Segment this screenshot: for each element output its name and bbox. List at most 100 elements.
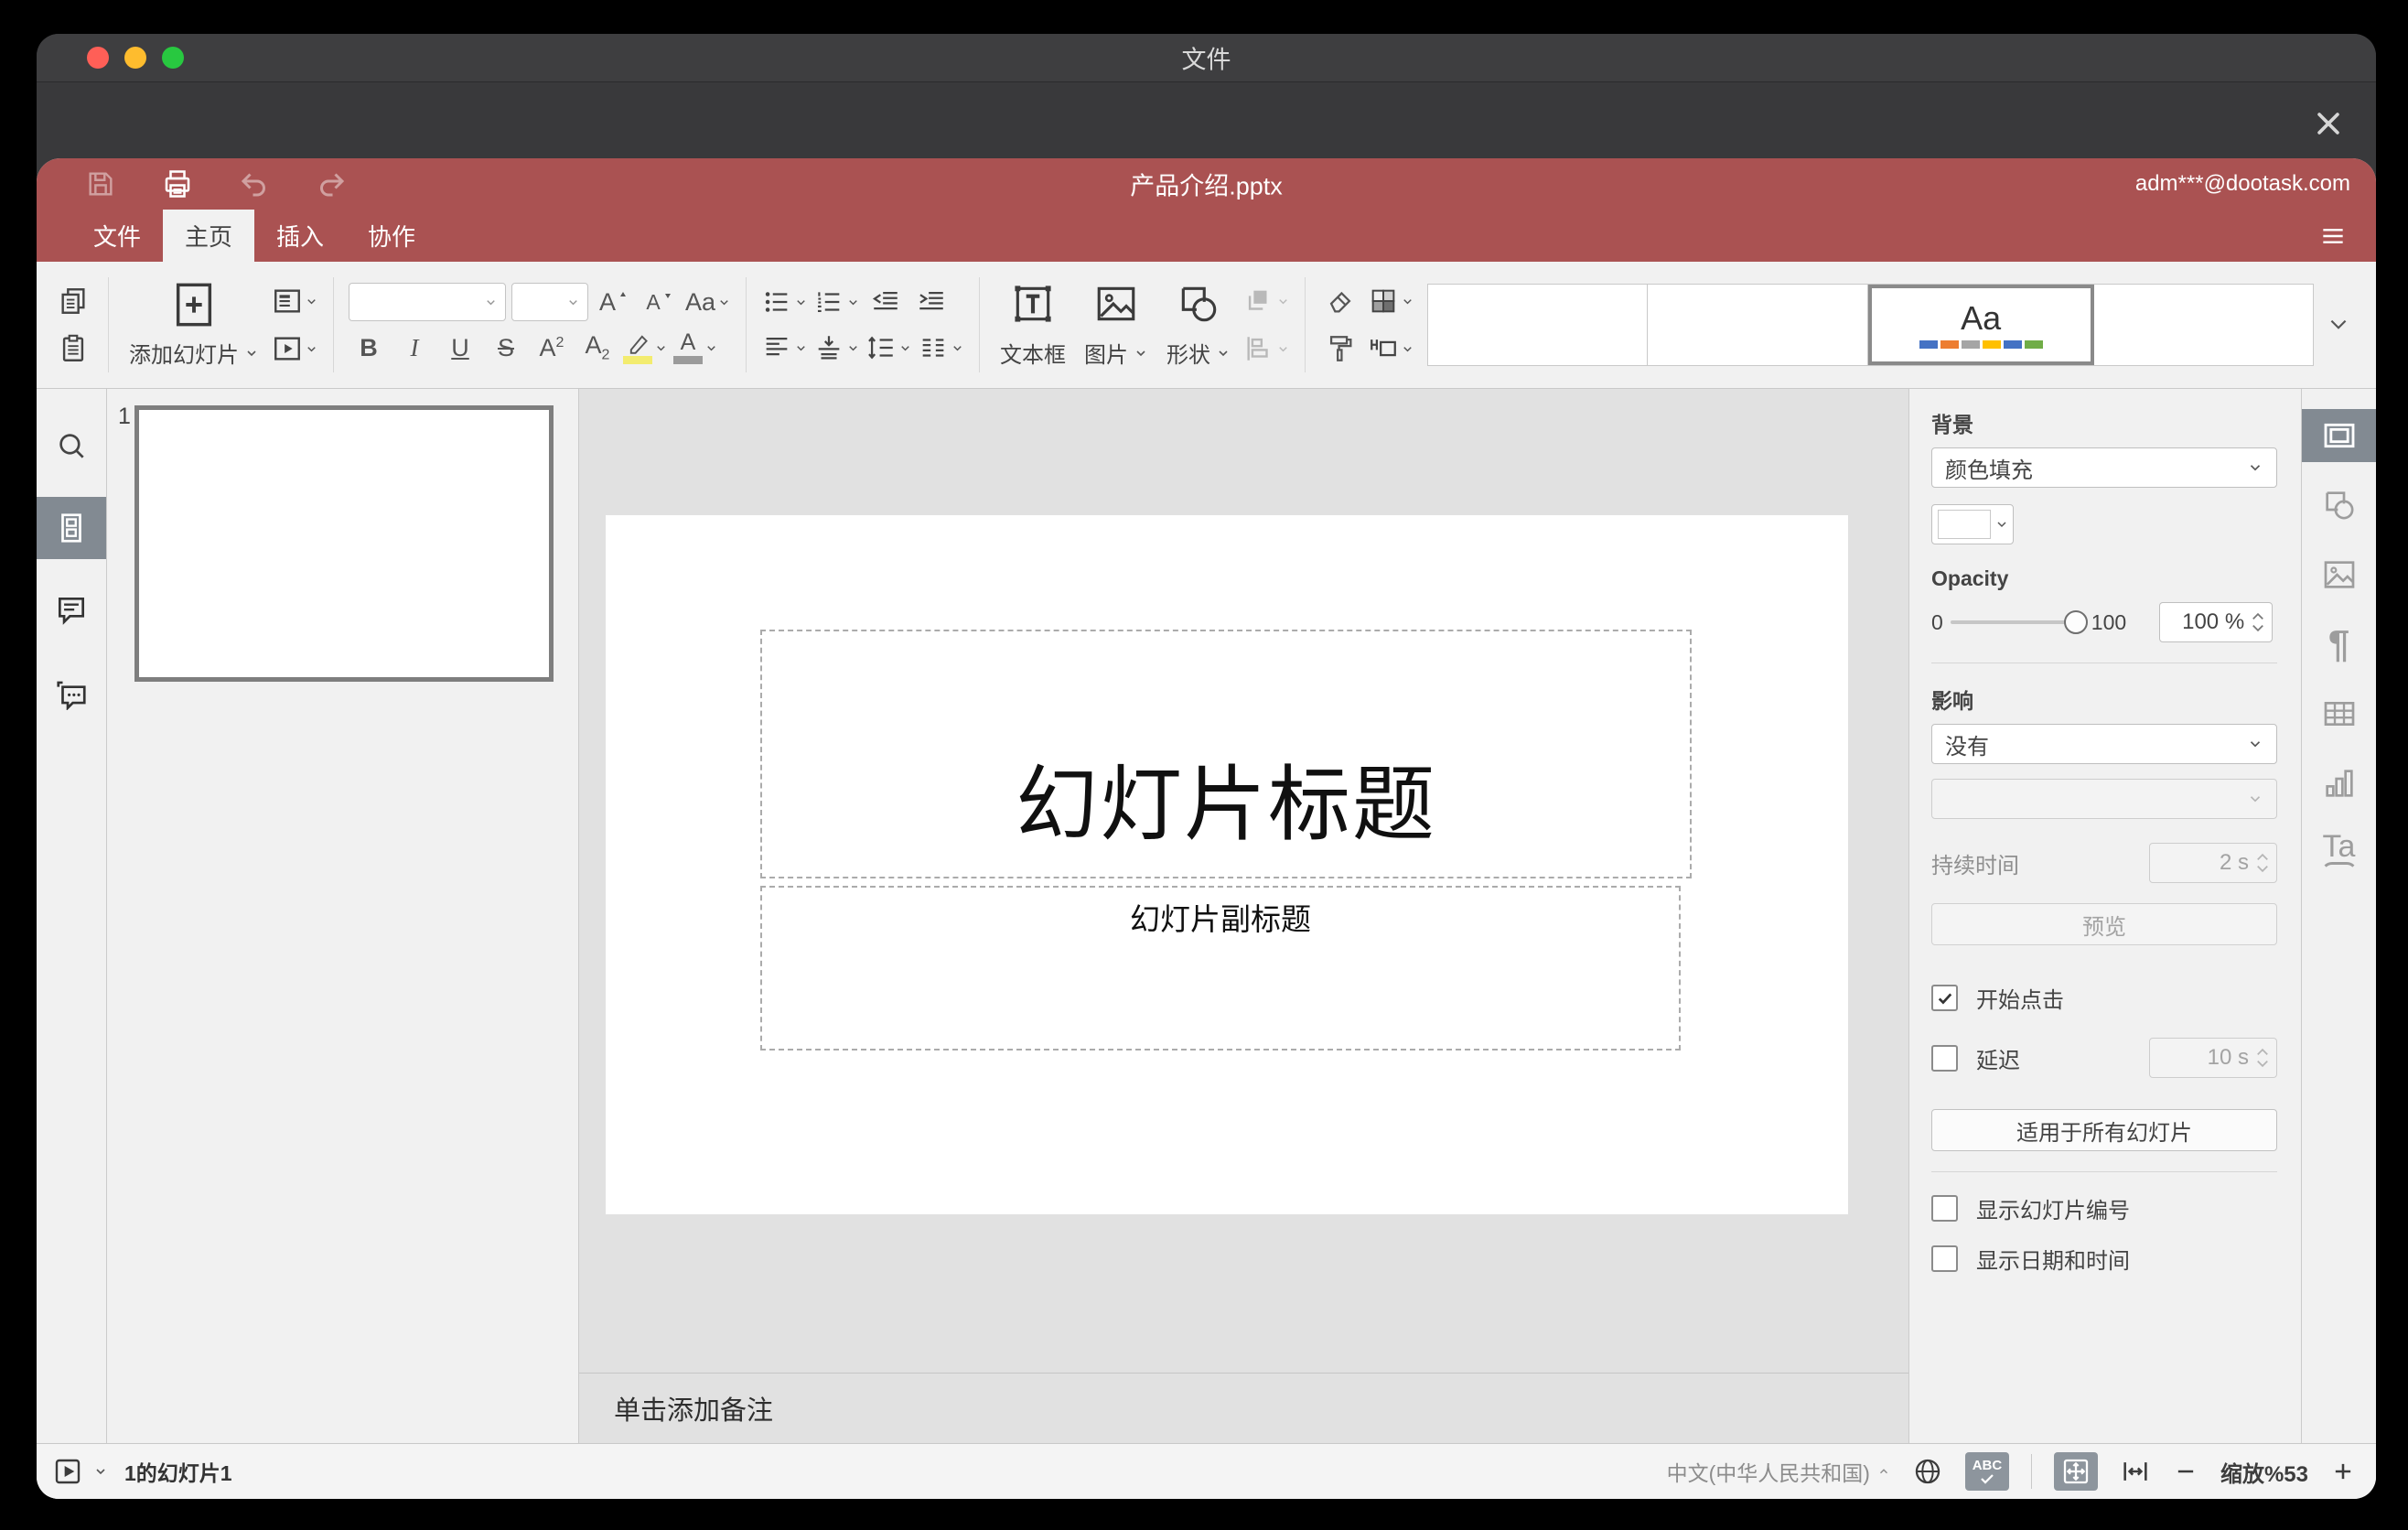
close-window-icon[interactable] (87, 47, 109, 69)
opacity-slider[interactable] (1950, 610, 2088, 634)
paragraph-settings-button[interactable]: ¶ (2302, 618, 2376, 671)
align-objects-button[interactable] (1243, 329, 1290, 369)
insert-image-button[interactable]: 图片 (1075, 277, 1157, 372)
zoom-level[interactable]: 缩放%53 (2220, 1456, 2308, 1488)
table-settings-button[interactable] (2302, 687, 2376, 740)
image-settings-button[interactable] (2302, 548, 2376, 601)
slideshow-options-button[interactable] (93, 1464, 108, 1479)
subtitle-placeholder[interactable]: 幻灯片副标题 (760, 886, 1681, 1051)
divider (2030, 1454, 2032, 1489)
numbered-list-button[interactable] (813, 282, 860, 322)
start-slideshow-button[interactable] (272, 329, 318, 369)
delay-checkbox[interactable] (1931, 1044, 1958, 1072)
close-file-button[interactable] (2308, 103, 2349, 144)
clear-style-button[interactable] (1320, 281, 1360, 321)
start-on-click-checkbox[interactable] (1931, 985, 1958, 1011)
opacity-input[interactable]: 100 % (2159, 602, 2274, 642)
insert-textbox-button[interactable]: 文本框 (991, 277, 1075, 372)
fit-to-slide-button[interactable] (2053, 1452, 2098, 1491)
font-group: A A Aa B I U S A2 A2 A (345, 279, 735, 371)
subscript-button[interactable]: A2 (577, 328, 618, 368)
minimize-window-icon[interactable] (124, 47, 146, 69)
tab-collaboration[interactable]: 协作 (346, 210, 437, 262)
divider (333, 277, 334, 372)
change-layout-button[interactable] (272, 281, 318, 321)
theme-gallery-expand-button[interactable] (2314, 313, 2363, 337)
italic-button[interactable]: I (394, 328, 435, 368)
chart-settings-button[interactable] (2302, 757, 2376, 810)
document-language-button[interactable] (1912, 1456, 1943, 1487)
save-button[interactable] (84, 167, 117, 200)
theme-option[interactable] (1428, 285, 1649, 365)
show-slide-number-checkbox[interactable] (1931, 1195, 1958, 1222)
notes-area[interactable]: 单击添加备注 (579, 1373, 1908, 1443)
copy-button[interactable] (53, 281, 93, 321)
redo-button[interactable] (315, 167, 348, 200)
opacity-control: 0 100 100 % (1931, 602, 2277, 642)
font-color-button[interactable]: A (673, 328, 718, 368)
theme-option-selected[interactable]: Aa (1867, 285, 2094, 365)
slide-thumbnail[interactable] (134, 405, 554, 682)
numbered-list-icon (817, 292, 840, 312)
paste-button[interactable] (53, 329, 93, 369)
increase-indent-button[interactable] (911, 282, 951, 322)
zoom-in-button[interactable] (2330, 1459, 2356, 1484)
effect-select[interactable]: 没有 (1931, 724, 2277, 764)
copy-style-button[interactable] (1320, 329, 1360, 369)
slide-settings-button[interactable] (2302, 409, 2376, 462)
print-button[interactable] (161, 167, 194, 200)
spellcheck-button[interactable]: ABC (1964, 1452, 2009, 1491)
title-placeholder[interactable]: 幻灯片标题 (760, 630, 1692, 878)
zoom-window-icon[interactable] (162, 47, 184, 69)
theme-option[interactable] (1648, 285, 1868, 365)
underline-button[interactable]: U (440, 328, 480, 368)
tab-insert[interactable]: 插入 (254, 210, 346, 262)
triangle-up-icon (620, 292, 626, 296)
fill-type-select[interactable]: 颜色填充 (1931, 447, 2277, 488)
columns-button[interactable] (918, 328, 964, 368)
chevron-down-icon (307, 346, 316, 351)
comments-button[interactable] (37, 579, 106, 641)
font-name-combo[interactable] (349, 283, 506, 321)
undo-button[interactable] (238, 167, 271, 200)
shape-settings-button[interactable] (2302, 479, 2376, 532)
horizontal-align-button[interactable] (761, 328, 808, 368)
chat-button[interactable] (37, 662, 106, 724)
insert-shape-button[interactable]: 形状 (1157, 277, 1240, 372)
color-scheme-button[interactable] (1368, 281, 1414, 321)
apply-to-all-button[interactable]: 适用于所有幻灯片 (1931, 1109, 2277, 1151)
zoom-out-button[interactable] (2173, 1459, 2198, 1484)
menu-button[interactable] (2314, 217, 2352, 255)
vertical-align-button[interactable] (813, 328, 860, 368)
menu-tabs: 文件 主页 插入 协作 (37, 210, 2376, 262)
spinner-arrows[interactable] (2252, 612, 2264, 632)
slide[interactable]: 幻灯片标题 幻灯片副标题 (606, 515, 1848, 1214)
add-slide-button[interactable]: 添加幻灯片 (120, 277, 268, 372)
highlight-color-button[interactable] (623, 328, 668, 368)
decrease-indent-button[interactable] (865, 282, 906, 322)
slider-knob[interactable] (2063, 610, 2088, 634)
increase-font-button[interactable]: A (594, 282, 634, 322)
font-size-combo[interactable] (511, 283, 588, 321)
arrange-objects-button[interactable] (1243, 281, 1290, 321)
language-selector[interactable]: 中文(中华人民共和国) (1667, 1456, 1890, 1487)
bold-button[interactable]: B (349, 328, 389, 368)
slide-size-button[interactable] (1368, 329, 1414, 369)
start-slideshow-status-button[interactable] (53, 1457, 82, 1486)
decrease-font-button[interactable]: A (640, 282, 680, 322)
tab-file[interactable]: 文件 (71, 210, 163, 262)
change-case-button[interactable]: Aa (685, 282, 731, 322)
tab-home[interactable]: 主页 (163, 210, 255, 262)
textart-settings-button[interactable]: Ta (2302, 826, 2376, 879)
strikethrough-button[interactable]: S (486, 328, 526, 368)
line-spacing-button[interactable] (865, 328, 912, 368)
color-swatch (1938, 510, 1991, 539)
superscript-button[interactable]: A2 (532, 328, 572, 368)
show-date-time-checkbox[interactable] (1931, 1245, 1958, 1272)
fit-to-width-button[interactable] (2120, 1456, 2151, 1487)
fill-color-picker[interactable] (1931, 504, 2014, 544)
theme-option[interactable] (2093, 285, 2314, 365)
search-button[interactable] (37, 415, 106, 477)
slides-panel-button[interactable] (37, 497, 106, 559)
bullet-list-button[interactable] (761, 282, 808, 322)
